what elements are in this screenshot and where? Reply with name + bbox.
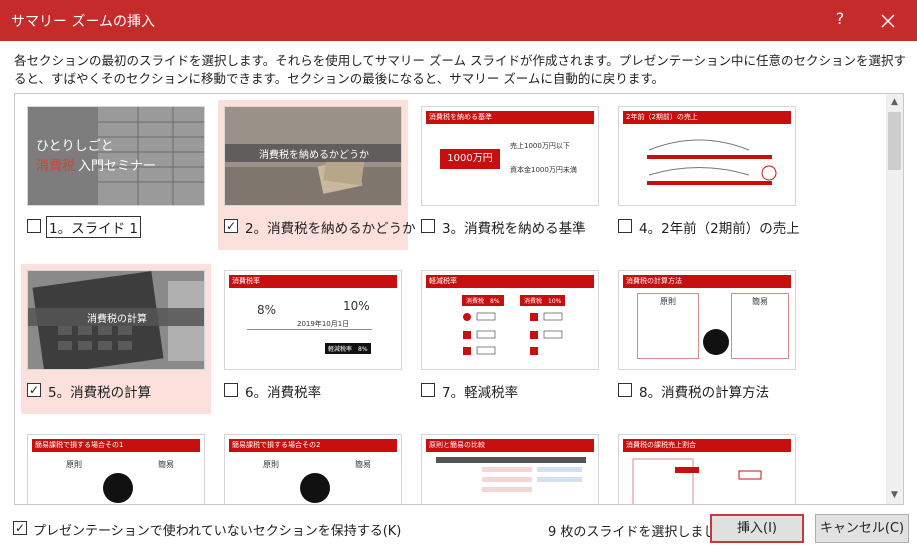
scroll-down-icon[interactable]: ▼ <box>886 487 903 504</box>
slide-header: 消費税の計算方法 <box>623 275 791 288</box>
slide-checkbox[interactable] <box>421 219 435 233</box>
selection-status: 9 枚のスライドを選択しました <box>548 525 730 540</box>
slide-text-1: 消費税を納めるかどうか <box>259 150 369 161</box>
slide-date: 2019年10月1日 <box>297 320 350 328</box>
slide-item-1[interactable]: ひとりしごと 消費税 入門セミナー 1。スライド 1 <box>21 100 211 250</box>
slide-checkbox[interactable]: ✓ <box>27 383 41 397</box>
slide-thumbnail: 消費税率 8% 10% 2019年10月1日 軽減税率 8% <box>224 270 402 370</box>
slide-label: 8。消費税の計算方法 <box>639 385 770 401</box>
slide-item-8[interactable]: 消費税の計算方法 原則 簡易 8。消費税の計算方法 <box>612 264 802 414</box>
dialog-description: 各セクションの最初のスライドを選択します。それらを使用してサマリー ズーム スラ… <box>14 53 906 86</box>
slide-checkbox[interactable]: ✓ <box>224 219 238 233</box>
slide-item-11[interactable]: 原則と簡易の比較 <box>415 428 605 504</box>
slide-header: 原則と簡易の比較 <box>426 439 594 452</box>
slide-thumbnail: 消費税の課税売上割合 <box>618 434 796 504</box>
slide-item-5[interactable]: 消費税の計算 ✓ 5。消費税の計算 <box>21 264 211 414</box>
help-button[interactable]: ? <box>830 9 850 28</box>
slide-thumbnail: 2年前（2期前）の売上 <box>618 106 796 206</box>
dialog-title: サマリー ズームの挿入 <box>11 14 156 30</box>
slide-header: 簡易課税で損する場合その2 <box>229 439 397 452</box>
close-icon[interactable] <box>874 7 902 35</box>
slide-thumbnail: 原則と簡易の比較 <box>421 434 599 504</box>
slide-thumbnail: 軽減税率 消費税 8% 消費税 10% <box>421 270 599 370</box>
column-title: 原則 <box>263 460 279 469</box>
slide-header: 消費税の課税売上割合 <box>623 439 791 452</box>
timeline-diagram <box>647 139 777 185</box>
slide-header: 消費税を納める基準 <box>426 111 594 124</box>
slide-thumbnail: 簡易課税で損する場合その2 原則 簡易 <box>224 434 402 504</box>
insert-button[interactable]: 挿入(I) <box>710 514 804 543</box>
slide-label: 5。消費税の計算 <box>48 385 152 401</box>
slide-item-2[interactable]: 消費税を納めるかどうか ✓ 2。消費税を納めるかどうか <box>218 100 416 250</box>
slide-item-12[interactable]: 消費税の課税売上割合 <box>612 428 802 504</box>
slide-text-3: 入門セミナー <box>78 159 157 174</box>
slide-text-2: 消費税 <box>36 159 76 174</box>
slide-thumbnail: 消費税の計算方法 原則 簡易 <box>618 270 796 370</box>
slide-item-7[interactable]: 軽減税率 消費税 8% 消費税 10% 7。軽減税率 <box>415 264 605 414</box>
slide-list[interactable]: ひとりしごと 消費税 入門セミナー 1。スライド 1 消費税を納めるかどうか ✓… <box>14 93 904 505</box>
keep-unused-sections-checkbox[interactable]: ✓ <box>13 521 27 535</box>
slide-text-1: 消費税の計算 <box>87 314 147 325</box>
slide-header: 簡易課税で損する場合その1 <box>32 439 200 452</box>
slide-thumbnail: 簡易課税で損する場合その1 原則 簡易 <box>27 434 205 504</box>
slide-header: 消費税率 <box>229 275 397 288</box>
slide-label: 1。スライド 1 <box>46 216 141 238</box>
slide-item-4[interactable]: 2年前（2期前）の売上 4。2年前（2期前）の売上 <box>612 100 802 250</box>
slide-rate-1: 8% <box>257 303 277 317</box>
slide-rate-2: 10% <box>343 299 370 313</box>
ratio-diagram <box>632 458 762 504</box>
slide-thumbnail: 消費税の計算 <box>27 270 205 370</box>
slide-label: 6。消費税率 <box>245 385 322 401</box>
slide-checkbox[interactable] <box>618 383 632 397</box>
slide-label: 3。消費税を納める基準 <box>442 221 586 237</box>
slide-tag: 軽減税率 8% <box>325 343 371 354</box>
comparison-box-right: 簡易 <box>731 293 789 359</box>
circle-mark <box>103 473 133 503</box>
item-icons <box>463 312 563 355</box>
slide-thumbnail: 消費税を納める基準 1000万円 売上1000万円以下 資本金1000万円未満 <box>421 106 599 206</box>
slide-tag-2: 消費税 10% <box>520 295 566 306</box>
column-title: 簡易 <box>355 460 371 469</box>
circle-mark <box>703 329 729 355</box>
vertical-scrollbar[interactable]: ▲ ▼ <box>886 94 903 504</box>
slide-header: 2年前（2期前）の売上 <box>623 111 791 124</box>
slide-tag-1: 消費税 8% <box>462 295 504 306</box>
cancel-button[interactable]: キャンセル(C) <box>815 514 909 543</box>
slide-line-2: 資本金1000万円未満 <box>510 166 577 174</box>
circle-mark <box>300 473 330 503</box>
column-title: 簡易 <box>752 297 768 306</box>
column-title: 原則 <box>660 297 676 306</box>
column-title: 簡易 <box>158 460 174 469</box>
slide-item-9[interactable]: 簡易課税で損する場合その1 原則 簡易 <box>21 428 211 504</box>
scroll-up-icon[interactable]: ▲ <box>886 94 903 111</box>
slide-checkbox[interactable] <box>224 383 238 397</box>
slide-label: 2。消費税を納めるかどうか <box>245 221 416 237</box>
slide-header: 軽減税率 <box>426 275 594 288</box>
scroll-thumb[interactable] <box>888 112 901 170</box>
slide-label: 4。2年前（2期前）の売上 <box>639 221 800 237</box>
comparison-box-left: 原則 <box>637 293 699 359</box>
slide-big-value: 1000万円 <box>440 149 500 169</box>
comparison-table <box>436 457 586 492</box>
slide-thumbnail: ひとりしごと 消費税 入門セミナー <box>27 106 205 206</box>
slide-text-1: ひとりしごと <box>36 139 114 154</box>
dialog-titlebar: サマリー ズームの挿入 ? <box>0 0 917 41</box>
slide-checkbox[interactable] <box>27 219 41 233</box>
slide-item-6[interactable]: 消費税率 8% 10% 2019年10月1日 軽減税率 8% 6。消費税率 <box>218 264 408 414</box>
slide-checkbox[interactable] <box>618 219 632 233</box>
slide-item-10[interactable]: 簡易課税で損する場合その2 原則 簡易 <box>218 428 408 504</box>
slide-label: 7。軽減税率 <box>442 385 519 401</box>
slide-thumbnail: 消費税を納めるかどうか <box>224 106 402 206</box>
slide-item-3[interactable]: 消費税を納める基準 1000万円 売上1000万円以下 資本金1000万円未満 … <box>415 100 605 250</box>
column-title: 原則 <box>66 460 82 469</box>
slide-line-1: 売上1000万円以下 <box>510 142 570 150</box>
timeline-line <box>247 329 372 330</box>
keep-unused-sections-label: プレゼンテーションで使われていないセクションを保持する(K) <box>33 524 402 539</box>
slide-checkbox[interactable] <box>421 383 435 397</box>
